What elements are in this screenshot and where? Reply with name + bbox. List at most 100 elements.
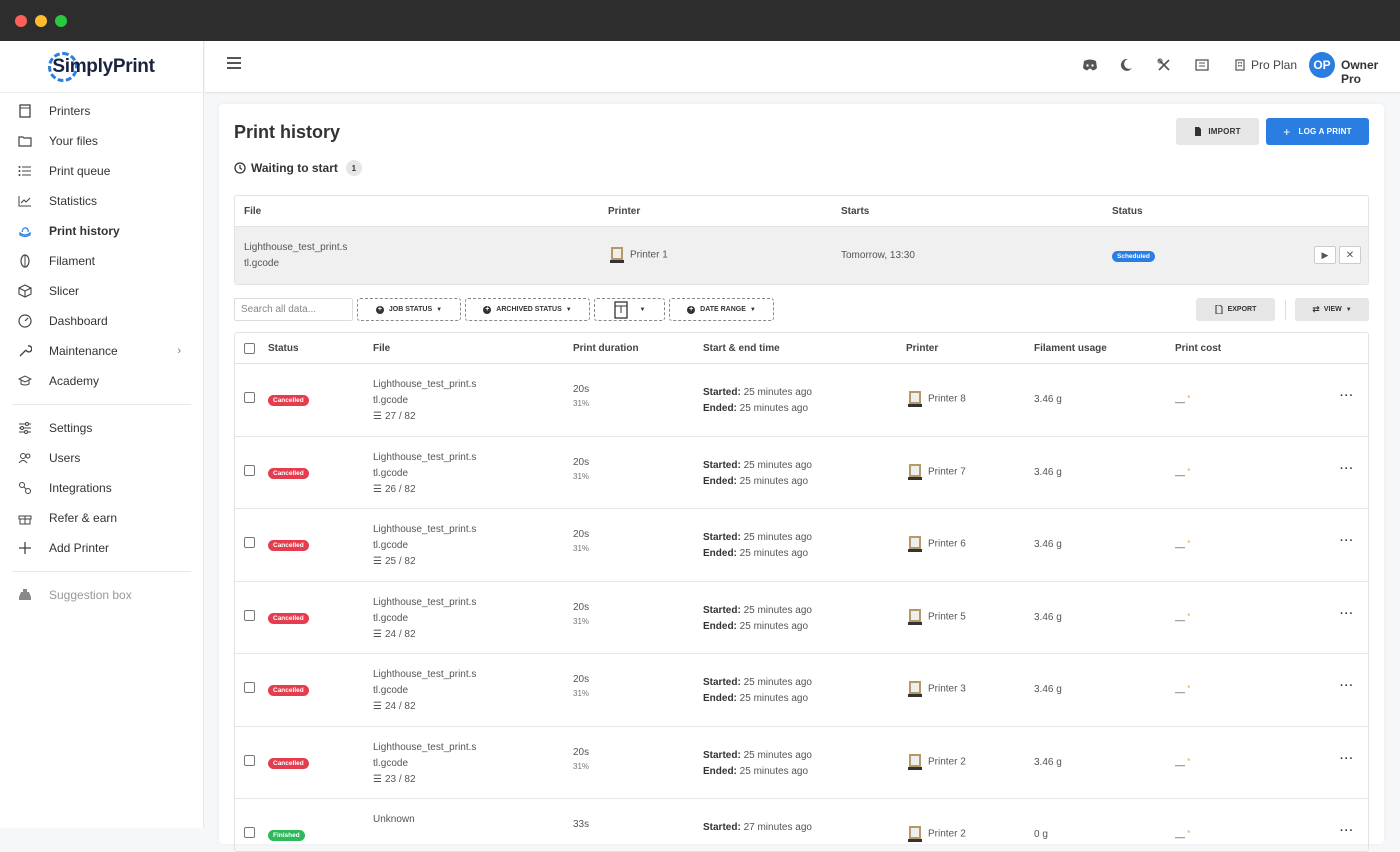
tools-icon[interactable] xyxy=(1156,57,1172,73)
sidebar-item-users[interactable]: Users xyxy=(0,443,203,473)
file-name[interactable]: Lighthouse_test_print.s tl.gcode ☰ 24 / 82 xyxy=(373,667,476,715)
import-label: IMPORT xyxy=(1208,127,1241,136)
logo-text: SimplyPrint xyxy=(52,55,155,77)
table-row[interactable]: Finished Unknown 33s Started: 27 minutes… xyxy=(235,799,1368,851)
file-name[interactable]: Lighthouse_test_print.s tl.gcode ☰ 26 / 82 xyxy=(373,450,476,498)
row-actions-icon[interactable]: ··· xyxy=(1340,680,1354,692)
close-icon[interactable]: ✕ xyxy=(1339,246,1361,264)
table-row[interactable]: Cancelled Lighthouse_test_print.s tl.gcod… xyxy=(235,654,1368,727)
file-name[interactable]: Lighthouse_test_print.s tl.gcode ☰ 24 / 82 xyxy=(373,595,476,643)
sidebar-item-print-queue[interactable]: Print queue xyxy=(0,156,203,186)
folder-icon xyxy=(18,134,32,148)
table-row[interactable]: Cancelled Lighthouse_test_print.s tl.gcod… xyxy=(235,364,1368,437)
file-name[interactable]: Unknown xyxy=(373,812,415,828)
sidebar-item-label: Integrations xyxy=(49,481,112,495)
job-status-filter[interactable]: + JOB STATUS ▼ xyxy=(357,298,461,321)
start-end-time: Started: 25 minutes ago Ended: 25 minutes… xyxy=(703,749,812,777)
printer-cell[interactable]: Printer 7 xyxy=(906,463,966,481)
row-actions-icon[interactable]: ··· xyxy=(1340,463,1354,475)
col-duration[interactable]: Print duration xyxy=(573,343,639,354)
archived-status-filter[interactable]: + ARCHIVED STATUS ▼ xyxy=(465,298,590,321)
select-all-checkbox[interactable] xyxy=(244,343,255,354)
row-checkbox[interactable] xyxy=(244,682,255,693)
swap-icon: ⇄ xyxy=(1312,304,1320,314)
search-input[interactable]: Search all data... xyxy=(234,298,353,321)
col-starts: Starts xyxy=(841,205,870,217)
maximize-window-button[interactable] xyxy=(55,15,67,27)
sidebar-item-label: Print queue xyxy=(49,164,111,178)
view-button[interactable]: ⇄ VIEW ▼ xyxy=(1295,298,1369,321)
row-actions-icon[interactable]: ··· xyxy=(1340,390,1354,402)
sidebar-item-filament[interactable]: Filament xyxy=(0,246,203,276)
printer-cell[interactable]: Printer 6 xyxy=(906,535,966,553)
col-time[interactable]: Start & end time xyxy=(703,343,780,354)
user-name[interactable]: Owner Pro xyxy=(1341,58,1400,86)
sidebar-item-slicer[interactable]: Slicer xyxy=(0,276,203,306)
sidebar-item-statistics[interactable]: Statistics xyxy=(0,186,203,216)
col-file: File xyxy=(244,205,262,217)
waiting-row[interactable]: Lighthouse_test_print.s tl.gcode Printer … xyxy=(235,227,1368,284)
import-button[interactable]: IMPORT xyxy=(1176,118,1259,145)
row-actions-icon[interactable]: ··· xyxy=(1340,825,1354,837)
sidebar-item-suggestion-box[interactable]: Suggestion box xyxy=(0,580,203,610)
close-window-button[interactable] xyxy=(15,15,27,27)
log-a-print-button[interactable]: + LOG A PRINT xyxy=(1266,118,1369,145)
col-status[interactable]: Status xyxy=(268,343,299,354)
date-range-filter[interactable]: + DATE RANGE ▼ xyxy=(669,298,774,321)
col-printer[interactable]: Printer xyxy=(906,343,938,354)
file-name[interactable]: Lighthouse_test_print.s tl.gcode ☰ 27 / 82 xyxy=(373,377,476,425)
avatar[interactable]: OP xyxy=(1309,52,1335,78)
dark-mode-icon[interactable] xyxy=(1118,57,1134,73)
plus-circle-icon: + xyxy=(375,305,384,314)
row-checkbox[interactable] xyxy=(244,392,255,403)
file-name[interactable]: Lighthouse_test_print.s tl.gcode ☰ 23 / 82 xyxy=(373,740,476,788)
row-checkbox[interactable] xyxy=(244,537,255,548)
printer-cell[interactable]: Printer 2 xyxy=(906,753,966,771)
sidebar-item-your-files[interactable]: Your files xyxy=(0,126,203,156)
row-checkbox[interactable] xyxy=(244,827,255,838)
sidebar-item-maintenance[interactable]: Maintenance › xyxy=(0,336,203,366)
minimize-window-button[interactable] xyxy=(35,15,47,27)
news-icon[interactable] xyxy=(1194,57,1210,73)
play-icon[interactable]: ▶ xyxy=(1314,246,1336,264)
print-duration: 20s 31% xyxy=(573,529,590,553)
sidebar-item-integrations[interactable]: Integrations xyxy=(0,473,203,503)
col-filament[interactable]: Filament usage xyxy=(1034,343,1107,354)
row-actions-icon[interactable]: ··· xyxy=(1340,608,1354,620)
menu-toggle-icon[interactable] xyxy=(227,57,241,69)
file-name[interactable]: Lighthouse_test_print.s tl.gcode ☰ 25 / 82 xyxy=(373,522,476,570)
table-row[interactable]: Cancelled Lighthouse_test_print.s tl.gcod… xyxy=(235,727,1368,799)
printer-cell[interactable]: Printer 3 xyxy=(906,680,966,698)
sidebar-item-settings[interactable]: Settings xyxy=(0,413,203,443)
table-row[interactable]: Cancelled Lighthouse_test_print.s tl.gcod… xyxy=(235,509,1368,582)
row-checkbox[interactable] xyxy=(244,609,255,621)
table-row[interactable]: Cancelled Lighthouse_test_print.s tl.gcod… xyxy=(235,582,1368,654)
layer-progress: ☰ 24 / 82 xyxy=(373,701,416,712)
sidebar-item-print-history[interactable]: Print history xyxy=(0,216,203,246)
export-button[interactable]: EXPORT xyxy=(1196,298,1275,321)
file-icon xyxy=(1195,127,1202,136)
row-actions-icon[interactable]: ··· xyxy=(1340,753,1354,765)
printer-filter[interactable]: ▼ xyxy=(594,298,665,321)
col-file[interactable]: File xyxy=(373,343,390,354)
sidebar-item-printers[interactable]: Printers xyxy=(0,96,203,126)
pro-plan-link[interactable]: Pro Plan xyxy=(1235,58,1297,72)
logo[interactable]: SimplyPrint xyxy=(0,41,203,93)
table-row[interactable]: Cancelled Lighthouse_test_print.s tl.gcod… xyxy=(235,437,1368,509)
start-end-time: Started: 27 minutes ago xyxy=(703,822,812,833)
printer-icon xyxy=(906,680,924,698)
row-checkbox[interactable] xyxy=(244,464,255,476)
discord-icon[interactable] xyxy=(1082,57,1098,73)
waiting-file[interactable]: Lighthouse_test_print.s tl.gcode xyxy=(244,240,347,272)
sidebar-item-add-printer[interactable]: Add Printer xyxy=(0,533,203,563)
printer-icon xyxy=(608,246,626,264)
row-actions-icon[interactable]: ··· xyxy=(1340,535,1354,547)
waiting-printer[interactable]: Printer 1 xyxy=(608,246,668,264)
sidebar-item-dashboard[interactable]: Dashboard xyxy=(0,306,203,336)
col-cost[interactable]: Print cost xyxy=(1175,343,1221,354)
sidebar-item-refer-earn[interactable]: Refer & earn xyxy=(0,503,203,533)
row-checkbox[interactable] xyxy=(244,754,255,766)
printer-cell[interactable]: Printer 8 xyxy=(906,390,966,408)
printer-cell[interactable]: Printer 5 xyxy=(906,608,966,626)
sidebar-item-academy[interactable]: Academy xyxy=(0,366,203,396)
